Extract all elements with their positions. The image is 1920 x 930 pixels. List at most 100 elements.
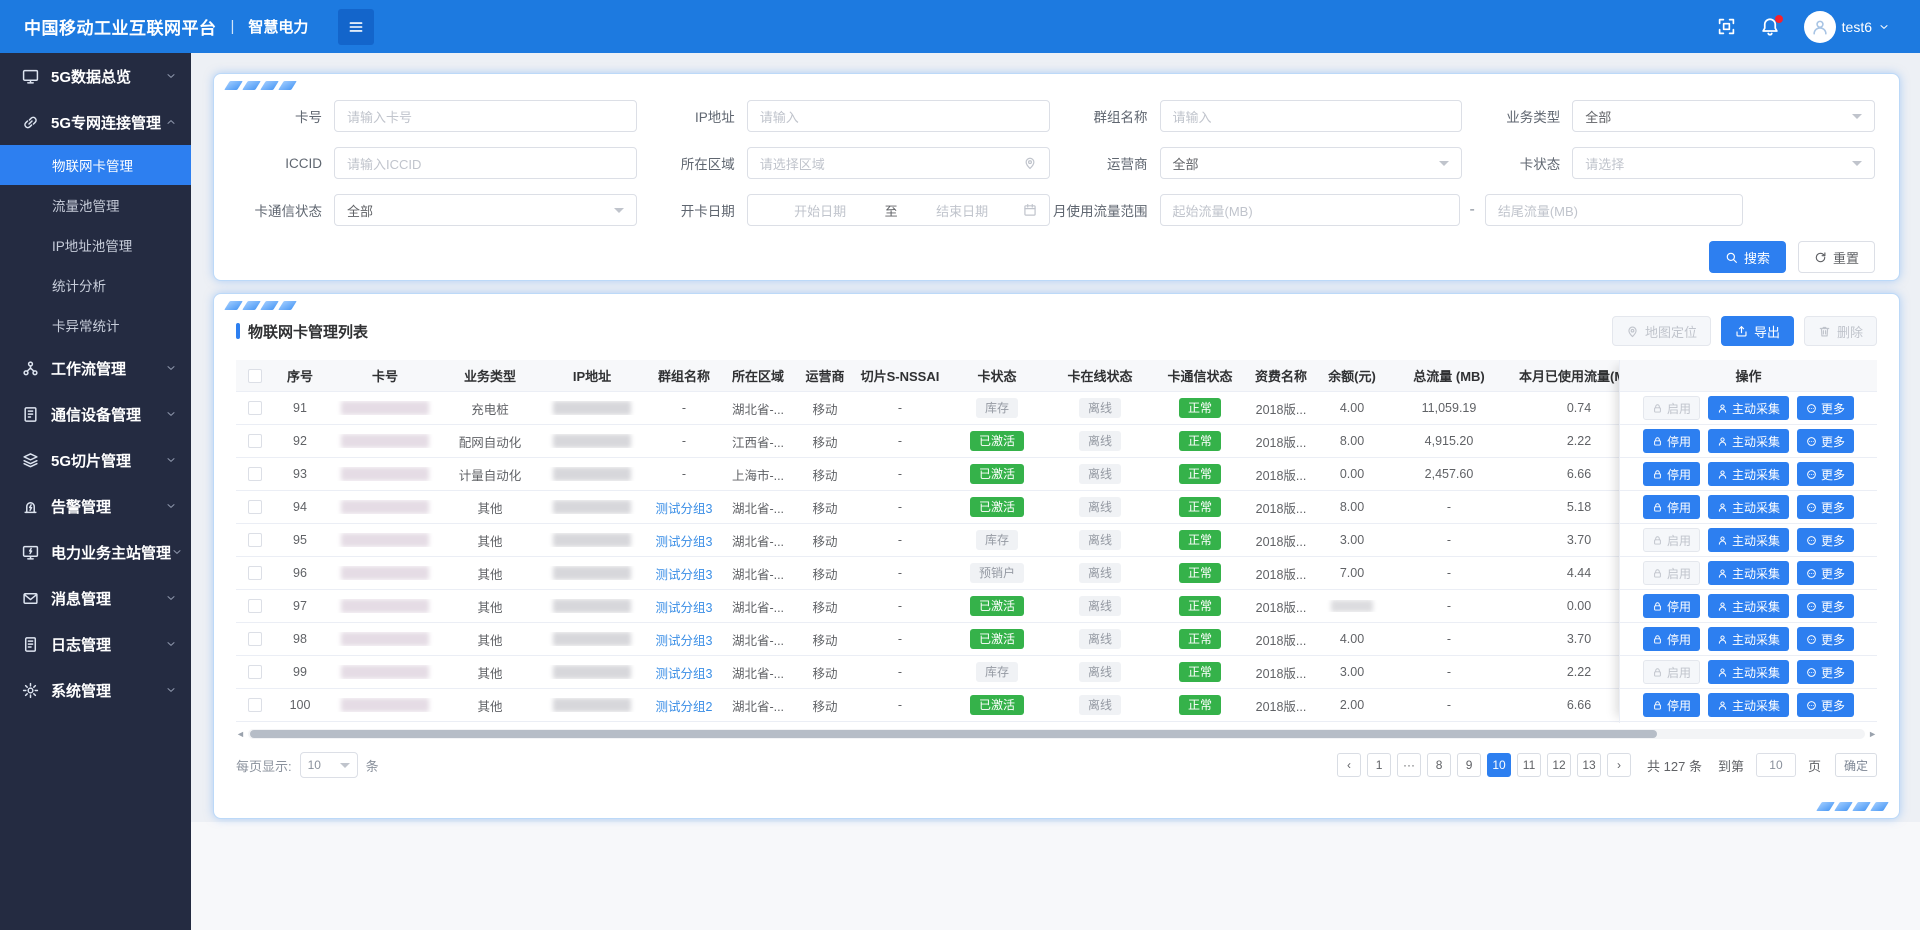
enable-card-button[interactable]: 启用 xyxy=(1643,528,1700,552)
sidebar-item-statistics-analysis[interactable]: 统计分析 xyxy=(0,265,191,305)
row-checkbox[interactable] xyxy=(248,401,262,415)
ip-address-input[interactable]: 请输入 xyxy=(747,100,1050,132)
page-button-9[interactable]: 9 xyxy=(1457,753,1481,777)
more-button[interactable]: 更多 xyxy=(1797,429,1854,453)
sidebar-item-5g-data-overview[interactable]: 5G数据总览 xyxy=(0,53,191,99)
collect-button[interactable]: 主动采集 xyxy=(1708,429,1789,453)
page-button-11[interactable]: 11 xyxy=(1517,753,1541,777)
sidebar-item-5g-slice-management[interactable]: 5G切片管理 xyxy=(0,437,191,483)
open-date-input[interactable]: 开始日期至结束日期 xyxy=(747,194,1050,226)
enable-card-button[interactable]: 启用 xyxy=(1643,561,1700,585)
sidebar-item-alarm-management[interactable]: 告警管理 xyxy=(0,483,191,529)
enable-card-button[interactable]: 启用 xyxy=(1643,660,1700,684)
notifications-button[interactable] xyxy=(1760,17,1780,37)
row-checkbox[interactable] xyxy=(248,665,262,679)
sidebar-item-workflow-management[interactable]: 工作流管理 xyxy=(0,345,191,391)
search-button[interactable]: 搜索 xyxy=(1709,241,1786,273)
card-no-input[interactable]: 请输入卡号 xyxy=(334,100,637,132)
region-input[interactable]: 请选择区域 xyxy=(747,147,1050,179)
sidebar-item-card-exception-statistics[interactable]: 卡异常统计 xyxy=(0,305,191,345)
group-name-link[interactable]: 测试分组3 xyxy=(656,498,713,517)
reset-button[interactable]: 重置 xyxy=(1798,241,1875,273)
sidebar-item-5g-private-network[interactable]: 5G专网连接管理 xyxy=(0,99,191,145)
row-checkbox[interactable] xyxy=(248,467,262,481)
sidebar-item-power-master-station[interactable]: 电力业务主站管理 xyxy=(0,529,191,575)
sidebar-item-message-management[interactable]: 消息管理 xyxy=(0,575,191,621)
collect-button[interactable]: 主动采集 xyxy=(1708,627,1789,651)
select-all-checkbox[interactable] xyxy=(248,369,262,383)
group-name-link[interactable]: 测试分组3 xyxy=(656,597,713,616)
sidebar-item-log-management[interactable]: 日志管理 xyxy=(0,621,191,667)
page-button-13[interactable]: 13 xyxy=(1577,753,1601,777)
next-page-button[interactable]: › xyxy=(1607,753,1631,777)
disable-card-button[interactable]: 停用 xyxy=(1643,693,1700,717)
carrier-select[interactable]: 全部 xyxy=(1160,147,1463,179)
collect-button[interactable]: 主动采集 xyxy=(1708,528,1789,552)
user-menu[interactable]: test6 xyxy=(1804,11,1890,43)
sidebar-item-ip-pool-management[interactable]: IP地址池管理 xyxy=(0,225,191,265)
group-name-link[interactable]: 测试分组3 xyxy=(656,564,713,583)
more-button[interactable]: 更多 xyxy=(1797,396,1854,420)
row-checkbox[interactable] xyxy=(248,698,262,712)
disable-card-button[interactable]: 停用 xyxy=(1643,429,1700,453)
prev-page-button[interactable]: ‹ xyxy=(1337,753,1361,777)
collect-button[interactable]: 主动采集 xyxy=(1708,495,1789,519)
sidebar-item-iot-card-management[interactable]: 物联网卡管理 xyxy=(0,145,191,185)
goto-page-input[interactable]: 10 xyxy=(1756,753,1796,777)
monthly-flow-range-from-input[interactable]: 起始流量(MB) xyxy=(1160,194,1460,226)
enable-card-button[interactable]: 启用 xyxy=(1643,396,1700,420)
goto-confirm-button[interactable]: 确定 xyxy=(1835,753,1877,777)
group-name-link[interactable]: 测试分组2 xyxy=(656,696,713,715)
iccid-input[interactable]: 请输入ICCID xyxy=(334,147,637,179)
more-button[interactable]: 更多 xyxy=(1797,660,1854,684)
scroll-left-icon[interactable]: ◄ xyxy=(236,730,245,739)
sidebar-item-system-management[interactable]: 系统管理 xyxy=(0,667,191,713)
more-button[interactable]: 更多 xyxy=(1797,627,1854,651)
monthly-flow-range-to-input[interactable]: 结尾流量(MB) xyxy=(1485,194,1743,226)
more-button[interactable]: 更多 xyxy=(1797,462,1854,486)
more-button[interactable]: 更多 xyxy=(1797,528,1854,552)
page-ellipsis-button[interactable]: ··· xyxy=(1397,753,1421,777)
group-name-link[interactable]: 测试分组3 xyxy=(656,531,713,550)
map-locate-button[interactable]: 地图定位 xyxy=(1612,316,1711,346)
collect-button[interactable]: 主动采集 xyxy=(1708,561,1789,585)
more-button[interactable]: 更多 xyxy=(1797,561,1854,585)
page-button-8[interactable]: 8 xyxy=(1427,753,1451,777)
disable-card-button[interactable]: 停用 xyxy=(1643,495,1700,519)
disable-card-button[interactable]: 停用 xyxy=(1643,594,1700,618)
scroll-right-icon[interactable]: ► xyxy=(1868,730,1877,739)
page-button-1[interactable]: 1 xyxy=(1367,753,1391,777)
page-button-10[interactable]: 10 xyxy=(1487,753,1511,777)
disable-card-button[interactable]: 停用 xyxy=(1643,627,1700,651)
per-page-select[interactable]: 10 xyxy=(300,752,358,778)
export-button[interactable]: 导出 xyxy=(1721,316,1794,346)
scrollbar-thumb[interactable] xyxy=(250,730,1657,738)
row-checkbox[interactable] xyxy=(248,599,262,613)
disable-card-button[interactable]: 停用 xyxy=(1643,462,1700,486)
page-button-12[interactable]: 12 xyxy=(1547,753,1571,777)
collect-button[interactable]: 主动采集 xyxy=(1708,396,1789,420)
row-checkbox[interactable] xyxy=(248,434,262,448)
more-button[interactable]: 更多 xyxy=(1797,594,1854,618)
row-checkbox[interactable] xyxy=(248,566,262,580)
business-type-select[interactable]: 全部 xyxy=(1572,100,1875,132)
collect-button[interactable]: 主动采集 xyxy=(1708,594,1789,618)
menu-toggle-button[interactable] xyxy=(338,9,374,45)
fullscreen-button[interactable] xyxy=(1717,17,1736,36)
group-name-link[interactable]: 测试分组3 xyxy=(656,663,713,682)
comm-status-select[interactable]: 全部 xyxy=(334,194,637,226)
collect-button[interactable]: 主动采集 xyxy=(1708,462,1789,486)
group-name-link[interactable]: 测试分组3 xyxy=(656,630,713,649)
collect-button[interactable]: 主动采集 xyxy=(1708,693,1789,717)
group-name-input[interactable]: 请输入 xyxy=(1160,100,1463,132)
more-button[interactable]: 更多 xyxy=(1797,693,1854,717)
sidebar-item-traffic-pool-management[interactable]: 流量池管理 xyxy=(0,185,191,225)
scrollbar-track[interactable] xyxy=(248,729,1865,739)
collect-button[interactable]: 主动采集 xyxy=(1708,660,1789,684)
card-status-select[interactable]: 请选择 xyxy=(1572,147,1875,179)
sidebar-item-comm-device-management[interactable]: 通信设备管理 xyxy=(0,391,191,437)
row-checkbox[interactable] xyxy=(248,632,262,646)
delete-button[interactable]: 删除 xyxy=(1804,316,1877,346)
row-checkbox[interactable] xyxy=(248,533,262,547)
more-button[interactable]: 更多 xyxy=(1797,495,1854,519)
